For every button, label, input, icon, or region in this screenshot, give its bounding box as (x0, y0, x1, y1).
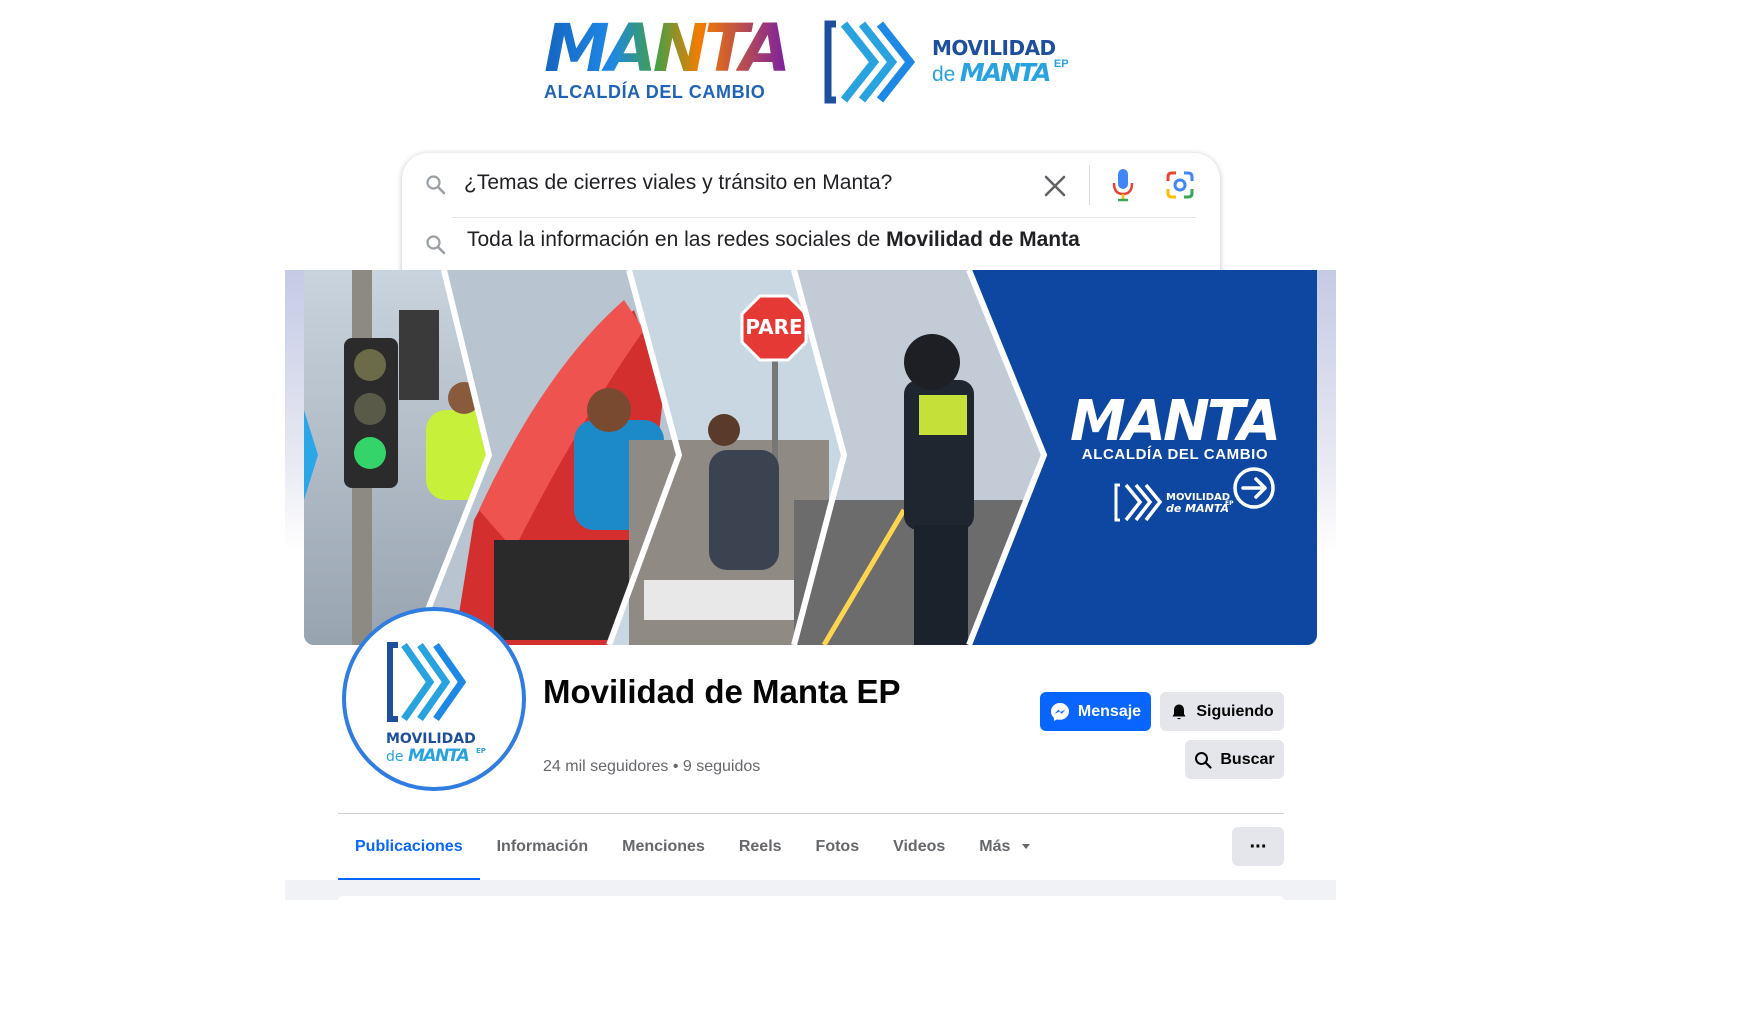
movilidad-logo: MOVILIDAD de MANTA EP (822, 20, 1082, 104)
cover-brand-subtitle: ALCALDÍA DEL CAMBIO (1082, 446, 1268, 463)
manta-logo-word: MANTA (544, 10, 791, 87)
suggestion-bold: Movilidad de Manta (886, 228, 1080, 251)
tab-fotos[interactable]: Fotos (799, 826, 877, 878)
clear-icon[interactable] (1042, 173, 1068, 199)
tab-informacion[interactable]: Información (480, 826, 606, 878)
lens-icon[interactable] (1164, 169, 1196, 201)
stop-sign-text: PARE (745, 315, 802, 339)
tab-reels[interactable]: Reels (722, 826, 799, 878)
cover-brand-word: MANTA (1070, 389, 1278, 454)
tab-mas[interactable]: Más (962, 826, 1048, 878)
movilidad-logo-de: de (932, 63, 956, 86)
avatar-text-ep: EP (476, 747, 486, 755)
tab-publicaciones[interactable]: Publicaciones (338, 826, 480, 881)
tab-videos[interactable]: Videos (876, 826, 962, 878)
caret-down-icon (1021, 844, 1030, 849)
avatar-text-de: de (386, 749, 404, 765)
search-separator (1089, 165, 1090, 205)
feed-card-top (338, 896, 1284, 900)
avatar-text-manta: MANTA (408, 746, 469, 766)
profile-divider (338, 813, 1284, 814)
page-title: Movilidad de Manta EP (543, 673, 901, 710)
follower-stats[interactable]: 24 mil seguidores • 9 seguidos (543, 758, 760, 776)
more-options-button[interactable]: ··· (1232, 827, 1284, 866)
avatar-text-line1: MOVILIDAD (386, 731, 476, 747)
search-box[interactable]: ¿Temas de cierres viales y tránsito en M… (402, 153, 1220, 283)
search-suggestion[interactable]: Toda la información en las redes sociale… (467, 228, 1080, 252)
following-button-label: Siguiendo (1196, 702, 1274, 720)
movilidad-logo-ep: EP (1053, 58, 1069, 70)
following-button[interactable]: Siguiendo (1160, 692, 1284, 731)
search-divider (452, 217, 1196, 218)
movilidad-logo-line1: MOVILIDAD (932, 36, 1056, 60)
movilidad-logo-line2: de MANTA EP (932, 58, 1069, 87)
message-button-label: Mensaje (1077, 702, 1142, 720)
profile-avatar[interactable]: MOVILIDAD de MANTA EP (342, 607, 526, 791)
profile-tabs: Publicaciones Información Menciones Reel… (338, 826, 1048, 881)
search-icon (426, 175, 446, 195)
bell-icon (1172, 704, 1186, 719)
suggestion-search-icon (426, 235, 446, 255)
movilidad-chevrons-icon (824, 20, 916, 104)
cover-photo[interactable]: PARE MANTA ALCALDÍA DEL CAMBIO MOVILIDAD… (304, 270, 1317, 645)
cover-mov-line2: de MANTA (1166, 502, 1229, 515)
manta-alcaldia-logo: MANTA ALCALDÍA DEL CAMBIO (544, 16, 791, 104)
magnifier-icon (1195, 751, 1212, 769)
mic-icon[interactable] (1110, 167, 1136, 203)
avatar-logo-icon: MOVILIDAD de MANTA EP (386, 642, 486, 766)
page-search-button[interactable]: Buscar (1185, 740, 1284, 779)
cover-mov-ep: EP (1225, 500, 1234, 507)
tab-mas-label: Más (979, 838, 1011, 855)
more-options-label: ··· (1249, 835, 1268, 858)
tab-menciones[interactable]: Menciones (605, 826, 722, 878)
messenger-icon (1050, 702, 1069, 721)
movilidad-logo-manta: MANTA (959, 58, 1052, 87)
manta-logo-subtitle: ALCALDÍA DEL CAMBIO (544, 82, 766, 102)
cover-collage: PARE MANTA ALCALDÍA DEL CAMBIO MOVILIDAD… (304, 270, 1317, 645)
suggestion-prefix: Toda la información en las redes sociale… (467, 228, 887, 251)
message-button[interactable]: Mensaje (1040, 692, 1151, 731)
search-input[interactable]: ¿Temas de cierres viales y tránsito en M… (464, 171, 892, 195)
page-search-button-label: Buscar (1220, 750, 1275, 768)
